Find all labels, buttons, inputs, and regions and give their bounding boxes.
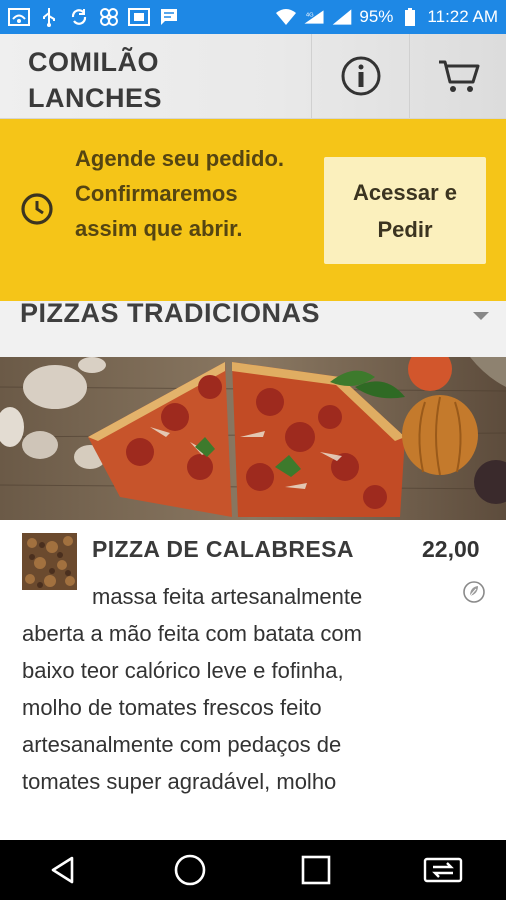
wifi-signal-icon xyxy=(275,7,297,27)
back-button[interactable] xyxy=(33,840,93,900)
svg-text:4G: 4G xyxy=(306,12,314,18)
app-header: COMILÃO LANCHES xyxy=(0,34,506,119)
product-name[interactable]: PIZZA DE CALABRESA xyxy=(92,536,354,563)
category-banner-image xyxy=(0,347,506,520)
status-system: 4G 95% 11:22 AM xyxy=(275,7,498,27)
restaurant-title: COMILÃO LANCHES xyxy=(28,47,163,113)
battery-icon xyxy=(399,7,421,27)
vegetarian-icon xyxy=(462,580,486,609)
cell-signal-icon xyxy=(331,7,353,27)
network-4g-icon: 4G xyxy=(303,7,325,27)
vpn-icon xyxy=(98,7,120,27)
system-nav-bar xyxy=(0,840,506,900)
product-description-text: massa feita artesanalmente aberta a mão … xyxy=(22,584,363,794)
access-order-button[interactable]: Acessar e Pedir xyxy=(324,157,486,264)
wifi-icon xyxy=(8,7,30,27)
product-price: 22,00 xyxy=(422,536,480,562)
info-button[interactable] xyxy=(311,34,409,118)
back-icon xyxy=(51,856,74,884)
sync-icon xyxy=(68,7,90,27)
home-icon xyxy=(174,854,206,886)
caret-down-icon[interactable] xyxy=(472,308,490,326)
home-button[interactable] xyxy=(160,840,220,900)
clock-icon xyxy=(20,192,54,231)
switch-app-button[interactable] xyxy=(413,840,473,900)
recents-button[interactable] xyxy=(286,840,346,900)
clock-time: 11:22 AM xyxy=(427,7,498,26)
switch-icon xyxy=(423,857,462,883)
product-description: massa feita artesanalmente aberta a mão … xyxy=(22,578,402,800)
usb-icon xyxy=(38,7,60,27)
category-title: PIZZAS TRADICIONAS xyxy=(20,298,321,328)
cart-icon xyxy=(438,60,479,92)
info-icon xyxy=(341,56,380,96)
message-icon xyxy=(158,7,180,27)
status-bar: 4G 95% 11:22 AM xyxy=(0,0,506,34)
battery-percent: 95% xyxy=(359,7,394,26)
cart-button[interactable] xyxy=(409,34,506,118)
schedule-message: Agende seu pedido. Confirmaremos assim q… xyxy=(75,146,285,241)
cast-icon xyxy=(128,7,150,27)
recents-icon xyxy=(301,855,331,885)
status-notifications xyxy=(8,7,180,27)
